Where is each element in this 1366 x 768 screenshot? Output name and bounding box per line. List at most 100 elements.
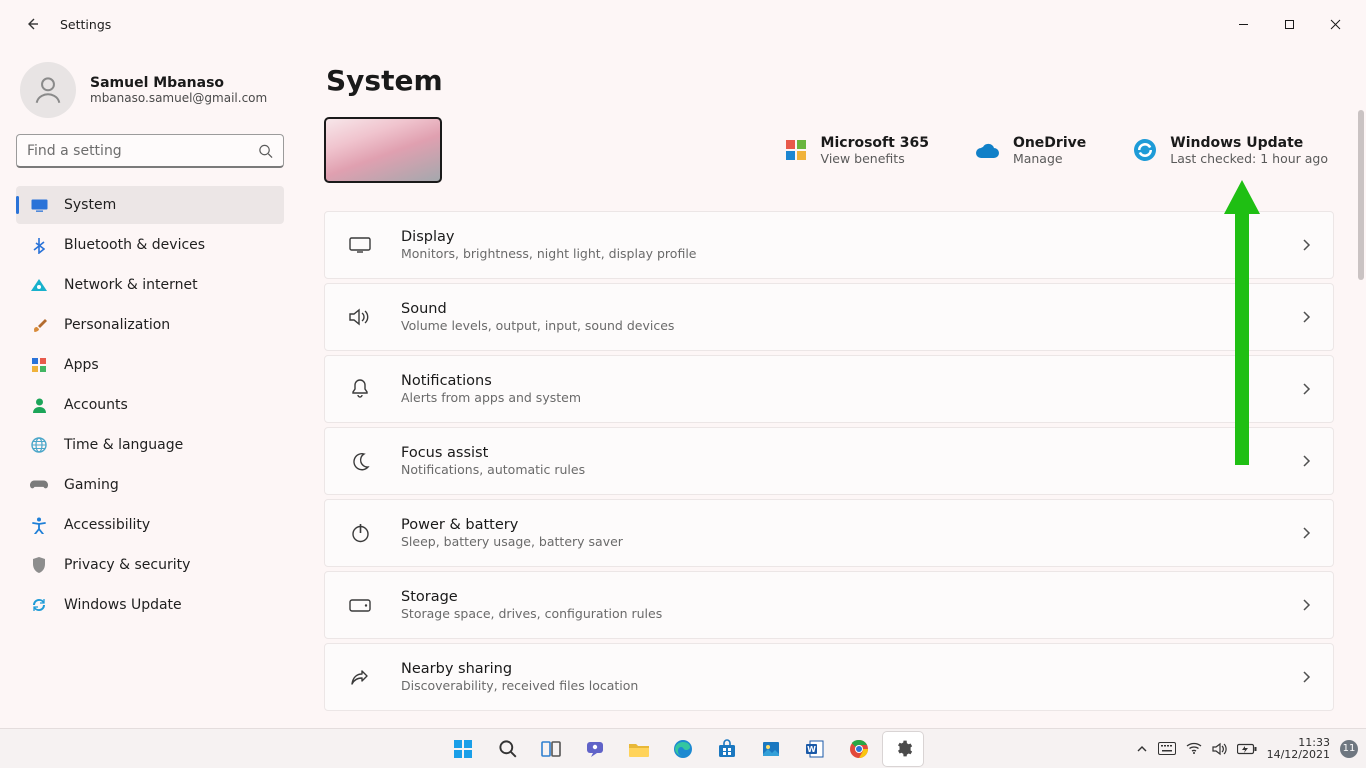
maximize-button[interactable] (1266, 8, 1312, 40)
top-card-onedrive[interactable]: OneDriveManage (975, 135, 1086, 166)
system-tray: 11:33 14/12/2021 11 (1136, 737, 1366, 761)
wallpaper-thumbnail[interactable] (324, 117, 442, 183)
sidebar-item-label: System (64, 197, 116, 213)
settings-taskbar-button[interactable] (883, 732, 923, 766)
sidebar-item-label: Time & language (64, 437, 183, 453)
edge-button[interactable] (663, 732, 703, 766)
top-card-title: Windows Update (1170, 135, 1328, 151)
main-content: System Microsoft 365View benefits OneDriv… (300, 48, 1366, 728)
minimize-button[interactable] (1220, 8, 1266, 40)
window-title: Settings (60, 17, 111, 32)
sidebar-item-label: Personalization (64, 317, 170, 333)
wifi-icon (30, 276, 48, 294)
search-icon (498, 739, 517, 758)
top-card-subtitle: View benefits (821, 151, 929, 166)
update-icon (1132, 137, 1158, 163)
profile-block[interactable]: Samuel Mbanaso mbanaso.samuel@gmail.com (20, 62, 284, 118)
gamepad-icon (30, 476, 48, 494)
taskbar-clock[interactable]: 11:33 14/12/2021 (1267, 737, 1330, 761)
sidebar-item-wifi[interactable]: Network & internet (16, 266, 284, 304)
sidebar-item-brush[interactable]: Personalization (16, 306, 284, 344)
setting-title: Storage (401, 589, 662, 605)
page-title: System (326, 64, 1334, 97)
wifi-icon (1186, 742, 1202, 755)
chevron-right-icon (1302, 310, 1311, 324)
chevron-right-icon (1302, 382, 1311, 396)
taskbar-search-button[interactable] (487, 732, 527, 766)
bluetooth-icon (30, 236, 48, 254)
start-button[interactable] (443, 732, 483, 766)
notification-badge[interactable]: 11 (1340, 740, 1358, 758)
keyboard-layout-button[interactable] (1158, 742, 1176, 755)
top-card-update[interactable]: Windows UpdateLast checked: 1 hour ago (1132, 135, 1328, 166)
setting-item-share[interactable]: Nearby sharingDiscoverability, received … (324, 643, 1334, 711)
setting-item-sound[interactable]: SoundVolume levels, output, input, sound… (324, 283, 1334, 351)
photos-icon (761, 739, 781, 759)
file-explorer-button[interactable] (619, 732, 659, 766)
setting-item-display[interactable]: DisplayMonitors, brightness, night light… (324, 211, 1334, 279)
top-cards: Microsoft 365View benefits OneDriveManage… (783, 135, 1334, 166)
chrome-button[interactable] (839, 732, 879, 766)
window-controls (1220, 8, 1358, 40)
setting-subtitle: Storage space, drives, configuration rul… (401, 606, 662, 621)
chat-icon (585, 739, 605, 759)
sidebar-item-person[interactable]: Accounts (16, 386, 284, 424)
setting-item-moon[interactable]: Focus assistNotifications, automatic rul… (324, 427, 1334, 495)
battery-tray-icon[interactable] (1237, 743, 1257, 755)
top-card-title: Microsoft 365 (821, 135, 929, 151)
setting-item-storage[interactable]: StorageStorage space, drives, configurat… (324, 571, 1334, 639)
sidebar-item-label: Bluetooth & devices (64, 237, 205, 253)
search-input[interactable] (27, 143, 249, 159)
sidebar: Samuel Mbanaso mbanaso.samuel@gmail.com … (0, 48, 300, 728)
word-icon: W (805, 739, 825, 759)
setting-item-power[interactable]: Power & batterySleep, battery usage, bat… (324, 499, 1334, 567)
chevron-right-icon (1302, 238, 1311, 252)
sidebar-item-label: Accessibility (64, 517, 150, 533)
sidebar-item-globe[interactable]: Time & language (16, 426, 284, 464)
store-button[interactable] (707, 732, 747, 766)
setting-title: Sound (401, 301, 674, 317)
settings-list: DisplayMonitors, brightness, night light… (324, 211, 1334, 711)
sidebar-item-bluetooth[interactable]: Bluetooth & devices (16, 226, 284, 264)
title-bar: Settings (0, 0, 1366, 48)
chevron-right-icon (1302, 598, 1311, 612)
tray-overflow-button[interactable] (1136, 743, 1148, 755)
scrollbar[interactable] (1358, 110, 1364, 660)
minimize-icon (1238, 19, 1249, 30)
top-card-m365[interactable]: Microsoft 365View benefits (783, 135, 929, 166)
setting-item-bell[interactable]: NotificationsAlerts from apps and system (324, 355, 1334, 423)
back-button[interactable] (16, 8, 48, 40)
storage-icon (347, 599, 373, 612)
person-icon (30, 396, 48, 414)
sidebar-item-gamepad[interactable]: Gaming (16, 466, 284, 504)
moon-icon (347, 452, 373, 471)
taskbar: W 11:33 14/12/2021 11 (0, 728, 1366, 768)
task-view-button[interactable] (531, 732, 571, 766)
setting-title: Power & battery (401, 517, 623, 533)
system-icon (30, 196, 48, 214)
windows-logo-icon (453, 739, 473, 759)
volume-tray-icon[interactable] (1212, 742, 1227, 756)
wifi-tray-icon[interactable] (1186, 742, 1202, 755)
word-button[interactable]: W (795, 732, 835, 766)
maximize-icon (1284, 19, 1295, 30)
sidebar-item-update[interactable]: Windows Update (16, 586, 284, 624)
setting-title: Notifications (401, 373, 581, 389)
sidebar-item-shield[interactable]: Privacy & security (16, 546, 284, 584)
sidebar-item-label: Gaming (64, 477, 119, 493)
profile-email: mbanaso.samuel@gmail.com (90, 91, 267, 105)
sidebar-item-accessibility[interactable]: Accessibility (16, 506, 284, 544)
globe-icon (30, 436, 48, 454)
chat-button[interactable] (575, 732, 615, 766)
chevron-right-icon (1302, 526, 1311, 540)
sidebar-item-apps[interactable]: Apps (16, 346, 284, 384)
edge-icon (673, 739, 693, 759)
setting-title: Display (401, 229, 696, 245)
setting-title: Focus assist (401, 445, 585, 461)
photos-button[interactable] (751, 732, 791, 766)
task-view-icon (541, 739, 561, 759)
search-box[interactable] (16, 134, 284, 168)
close-button[interactable] (1312, 8, 1358, 40)
folder-icon (628, 739, 650, 759)
sidebar-item-system[interactable]: System (16, 186, 284, 224)
